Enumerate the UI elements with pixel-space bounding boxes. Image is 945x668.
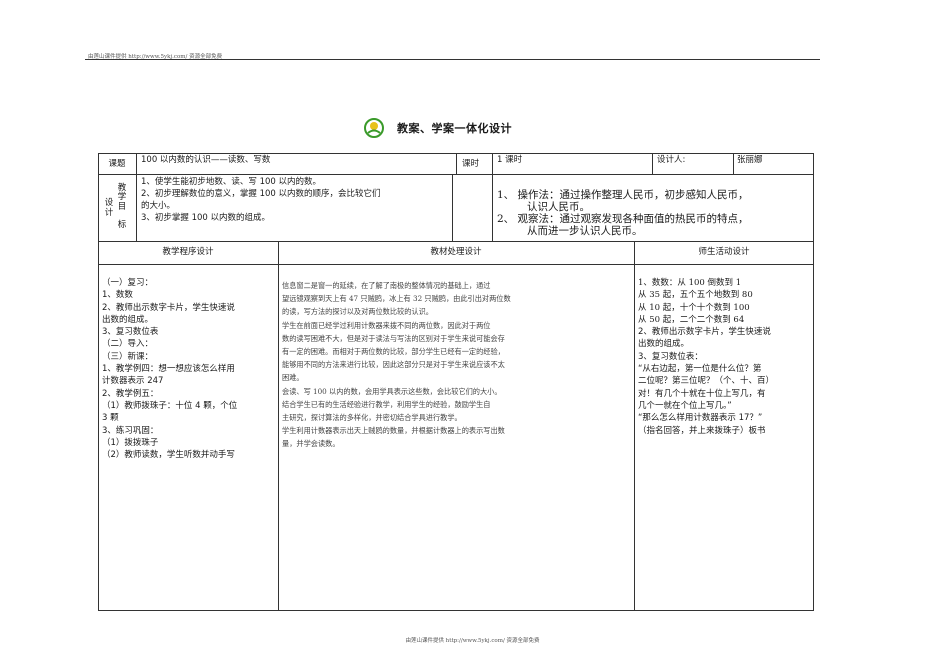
activity-line: 2、教师出示数字卡片，学生快速说 (638, 327, 771, 338)
hours-label: 课时 (462, 159, 480, 169)
procedure-line: （1）拨拨珠子 (102, 437, 159, 448)
col-divider (492, 153, 493, 241)
method-item: 认识人民币。 (527, 201, 590, 213)
material-line: 望远镜观察到天上有 47 只贼鸥，冰上有 32 只贼鸥，由此引出对两位数 (282, 294, 511, 304)
col-divider (452, 174, 453, 241)
procedure-line: （1）教师拨珠子：十位 4 颗，个位 (102, 400, 238, 411)
col-divider (652, 153, 653, 174)
header-rule (85, 59, 820, 60)
material-line: 结合学生已有的生活经验进行教学，利用学生的经验，鼓励学生自 (282, 399, 491, 409)
procedure-line: 1、教学例四：想一想应该怎么样用 (102, 364, 235, 375)
material-line: 学生利用计数器表示出天上贼鸥的数量，并根据计数器上的表示写出数 (282, 426, 505, 436)
material-line: 能够用不同的方法来进行比较，因此这部分只是对于学生来说应该不太 (282, 360, 505, 370)
activity-line: 二位呢？第三位呢？（个、十、百） (638, 376, 775, 387)
method-item: 2、 观察法：通过观察发现各种面值的热民币的特点， (497, 213, 749, 225)
col-divider (136, 153, 137, 241)
procedure-line: 计数器表示 247 (102, 376, 164, 387)
goals-label-char: 计 (104, 208, 114, 218)
procedure-line: 3、复习数位表 (102, 327, 159, 338)
activity-line: （指名回答，并上来拨珠子）板书 (638, 425, 766, 436)
procedure-line: 出数的组成。 (102, 314, 154, 325)
document-title: 教案、学案一体化设计 (397, 122, 512, 135)
activity-line: 从 50 起，二个二个数到 64 (638, 314, 745, 325)
procedure-line: 3 颗 (102, 413, 119, 424)
material-line: 的读，写方法的探讨以及对两位数比较的认识。 (282, 307, 433, 317)
procedure-line: （一）复习： (102, 278, 154, 288)
material-line: 困难。 (282, 373, 304, 383)
footer-source: 由莲山课件提供 http://www.5ykj.com/ 资源全部免费 (405, 638, 540, 644)
method-item: 1、 操作法：通过操作整理人民币，初步感知人民币， (497, 189, 749, 201)
col-divider (456, 153, 457, 174)
activity-line: 从 10 起，十个十个数到 100 (638, 302, 750, 313)
title-area: 教案、学案一体化设计 (364, 118, 512, 138)
activity-list: 1、数数：从 100 倒数到 1 从 35 起，五个五个地数到 80 从 10 … (638, 277, 774, 437)
column-header-activity: 师生活动设计 (698, 247, 750, 257)
goal-item: 3、初步掌握 100 以内数的组成。 (141, 213, 271, 223)
activity-line: 1、数数：从 100 倒数到 1 (638, 278, 742, 288)
activity-line: 从 35 起，五个五个地数到 80 (638, 290, 753, 301)
row-divider (98, 241, 814, 242)
goals-label-char: 标 (117, 220, 127, 230)
material-line: 学生在前面已经学过利用计数器来拨不同的两位数，因此对于两位 (282, 320, 491, 330)
hours-value: 1 课时 (497, 155, 523, 165)
procedure-line: （三）新课： (102, 351, 154, 362)
material-line: 会读、写 100 以内的数，会用学具表示这些数，会比较它们的大小。 (282, 386, 502, 396)
row-divider (98, 174, 814, 175)
material-line: 数的读写困难不大，但是对于读法与写法的区别对于学生来说可能会存 (282, 333, 505, 343)
column-header-procedure: 教学程序设计 (162, 247, 214, 257)
row-divider (98, 264, 814, 265)
procedure-line: 2、教师出示数字卡片，学生快速说 (102, 302, 235, 313)
designer-value: 张丽娜 (737, 155, 763, 165)
material-line: 量，并学会读数。 (282, 439, 340, 449)
designer-label: 设计人: (657, 155, 686, 165)
activity-line: 出数的组成。 (638, 339, 690, 350)
procedure-line: 2、教学例五： (102, 388, 159, 399)
procedure-line: （二）导入： (102, 339, 154, 350)
material-line: 主研究，探讨算法的多样化，并密切结合学具进行教学。 (282, 413, 462, 423)
activity-line: 几个一就在个位上写几。” (638, 400, 732, 411)
procedure-line: 1、数数 (102, 290, 133, 301)
procedure-line: 3、练习巩固： (102, 425, 159, 436)
activity-line: “那么怎么样用计数器表示 17？” (638, 413, 763, 424)
material-line: 有一定的困难。而相对于两位数的比较，部分学生已经有一定的经验， (282, 347, 505, 357)
activity-line: 3、复习数位表： (638, 351, 703, 362)
procedure-list: （一）复习： 1、数数 2、教师出示数字卡片，学生快速说 出数的组成。 3、复习… (102, 277, 237, 461)
activity-line: 对！有几个十就在十位上写几，有 (638, 388, 766, 399)
goals-label-char: 目 (117, 202, 127, 212)
topic-value: 100 以内数的认识——读数、写数 (141, 155, 271, 165)
activity-line: “从右边起，第一位是什么位？第 (638, 364, 762, 375)
school-logo-icon (364, 118, 384, 138)
column-header-material: 教材处理设计 (430, 247, 482, 257)
material-text: 信息窗二是窗一的延续，在了解了南极的整体情况的基础上，通过 望远镜观察到天上有 … (282, 279, 511, 451)
goal-item: 的大小。 (141, 201, 176, 211)
procedure-line: （2）教师读数，学生听数并动手写 (102, 450, 235, 461)
goal-item: 2、初步理解数位的意义，掌握 100 以内数的顺序，会比较它们 (141, 189, 381, 199)
col-divider (278, 241, 279, 611)
col-divider (634, 241, 635, 611)
material-line: 信息窗二是窗一的延续，在了解了南极的整体情况的基础上，通过 (282, 281, 491, 290)
goal-item: 1、使学生能初步地数、读、写 100 以内的数。 (141, 177, 322, 187)
topic-label: 课题 (108, 159, 126, 169)
method-item: 从而进一步认识人民币。 (527, 225, 643, 237)
col-divider (733, 153, 734, 174)
